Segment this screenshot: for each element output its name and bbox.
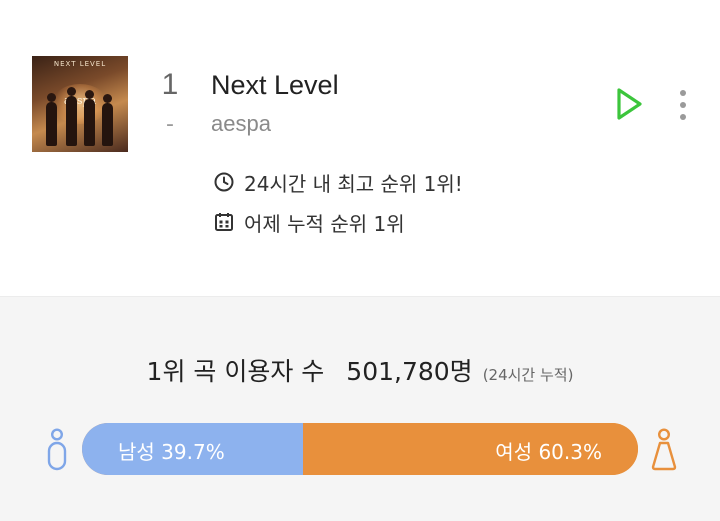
users-count-line: 1위 곡 이용자 수 501,780명 (24시간 누적) [0, 352, 720, 388]
male-person-icon [44, 428, 70, 472]
song-title[interactable]: Next Level [211, 70, 339, 101]
more-vertical-icon [680, 90, 686, 120]
yesterday-rank-info: 어제 누적 순위 1위 [213, 207, 405, 237]
rank-number: 1 [161, 68, 179, 101]
female-person-icon [651, 428, 677, 472]
clock-icon [214, 172, 234, 192]
users-label: 1위 곡 이용자 수 [146, 357, 325, 386]
female-ratio-label: 여성 60.3% [495, 440, 602, 464]
calendar-icon [215, 213, 233, 231]
album-cover[interactable]: NEXT LEVEL aespa [32, 56, 128, 152]
peak-rank-info: 24시간 내 최고 순위 1위! [213, 167, 463, 197]
stats-panel [0, 297, 720, 521]
song-card: NEXT LEVEL aespa 1 - Next Level aespa 24… [0, 0, 720, 296]
users-note: (24시간 누적) [482, 366, 574, 384]
artist-name[interactable]: aespa [211, 111, 271, 137]
rank-change: - [166, 112, 174, 137]
peak-rank-text: 24시간 내 최고 순위 1위! [244, 171, 463, 196]
more-options-button[interactable] [670, 88, 696, 122]
cover-figure [84, 90, 95, 146]
play-button[interactable] [613, 86, 645, 122]
cover-figure [46, 93, 57, 146]
male-ratio-label: 남성 39.7% [118, 440, 225, 464]
gender-ratio-bar: 남성 39.7% 여성 60.3% [82, 423, 638, 475]
cover-title-text: NEXT LEVEL [53, 60, 107, 68]
cover-figure [102, 94, 113, 146]
users-count: 501,780명 [346, 357, 473, 386]
play-icon [617, 88, 642, 120]
yesterday-rank-text: 어제 누적 순위 1위 [244, 211, 405, 236]
cover-figure [66, 87, 77, 146]
